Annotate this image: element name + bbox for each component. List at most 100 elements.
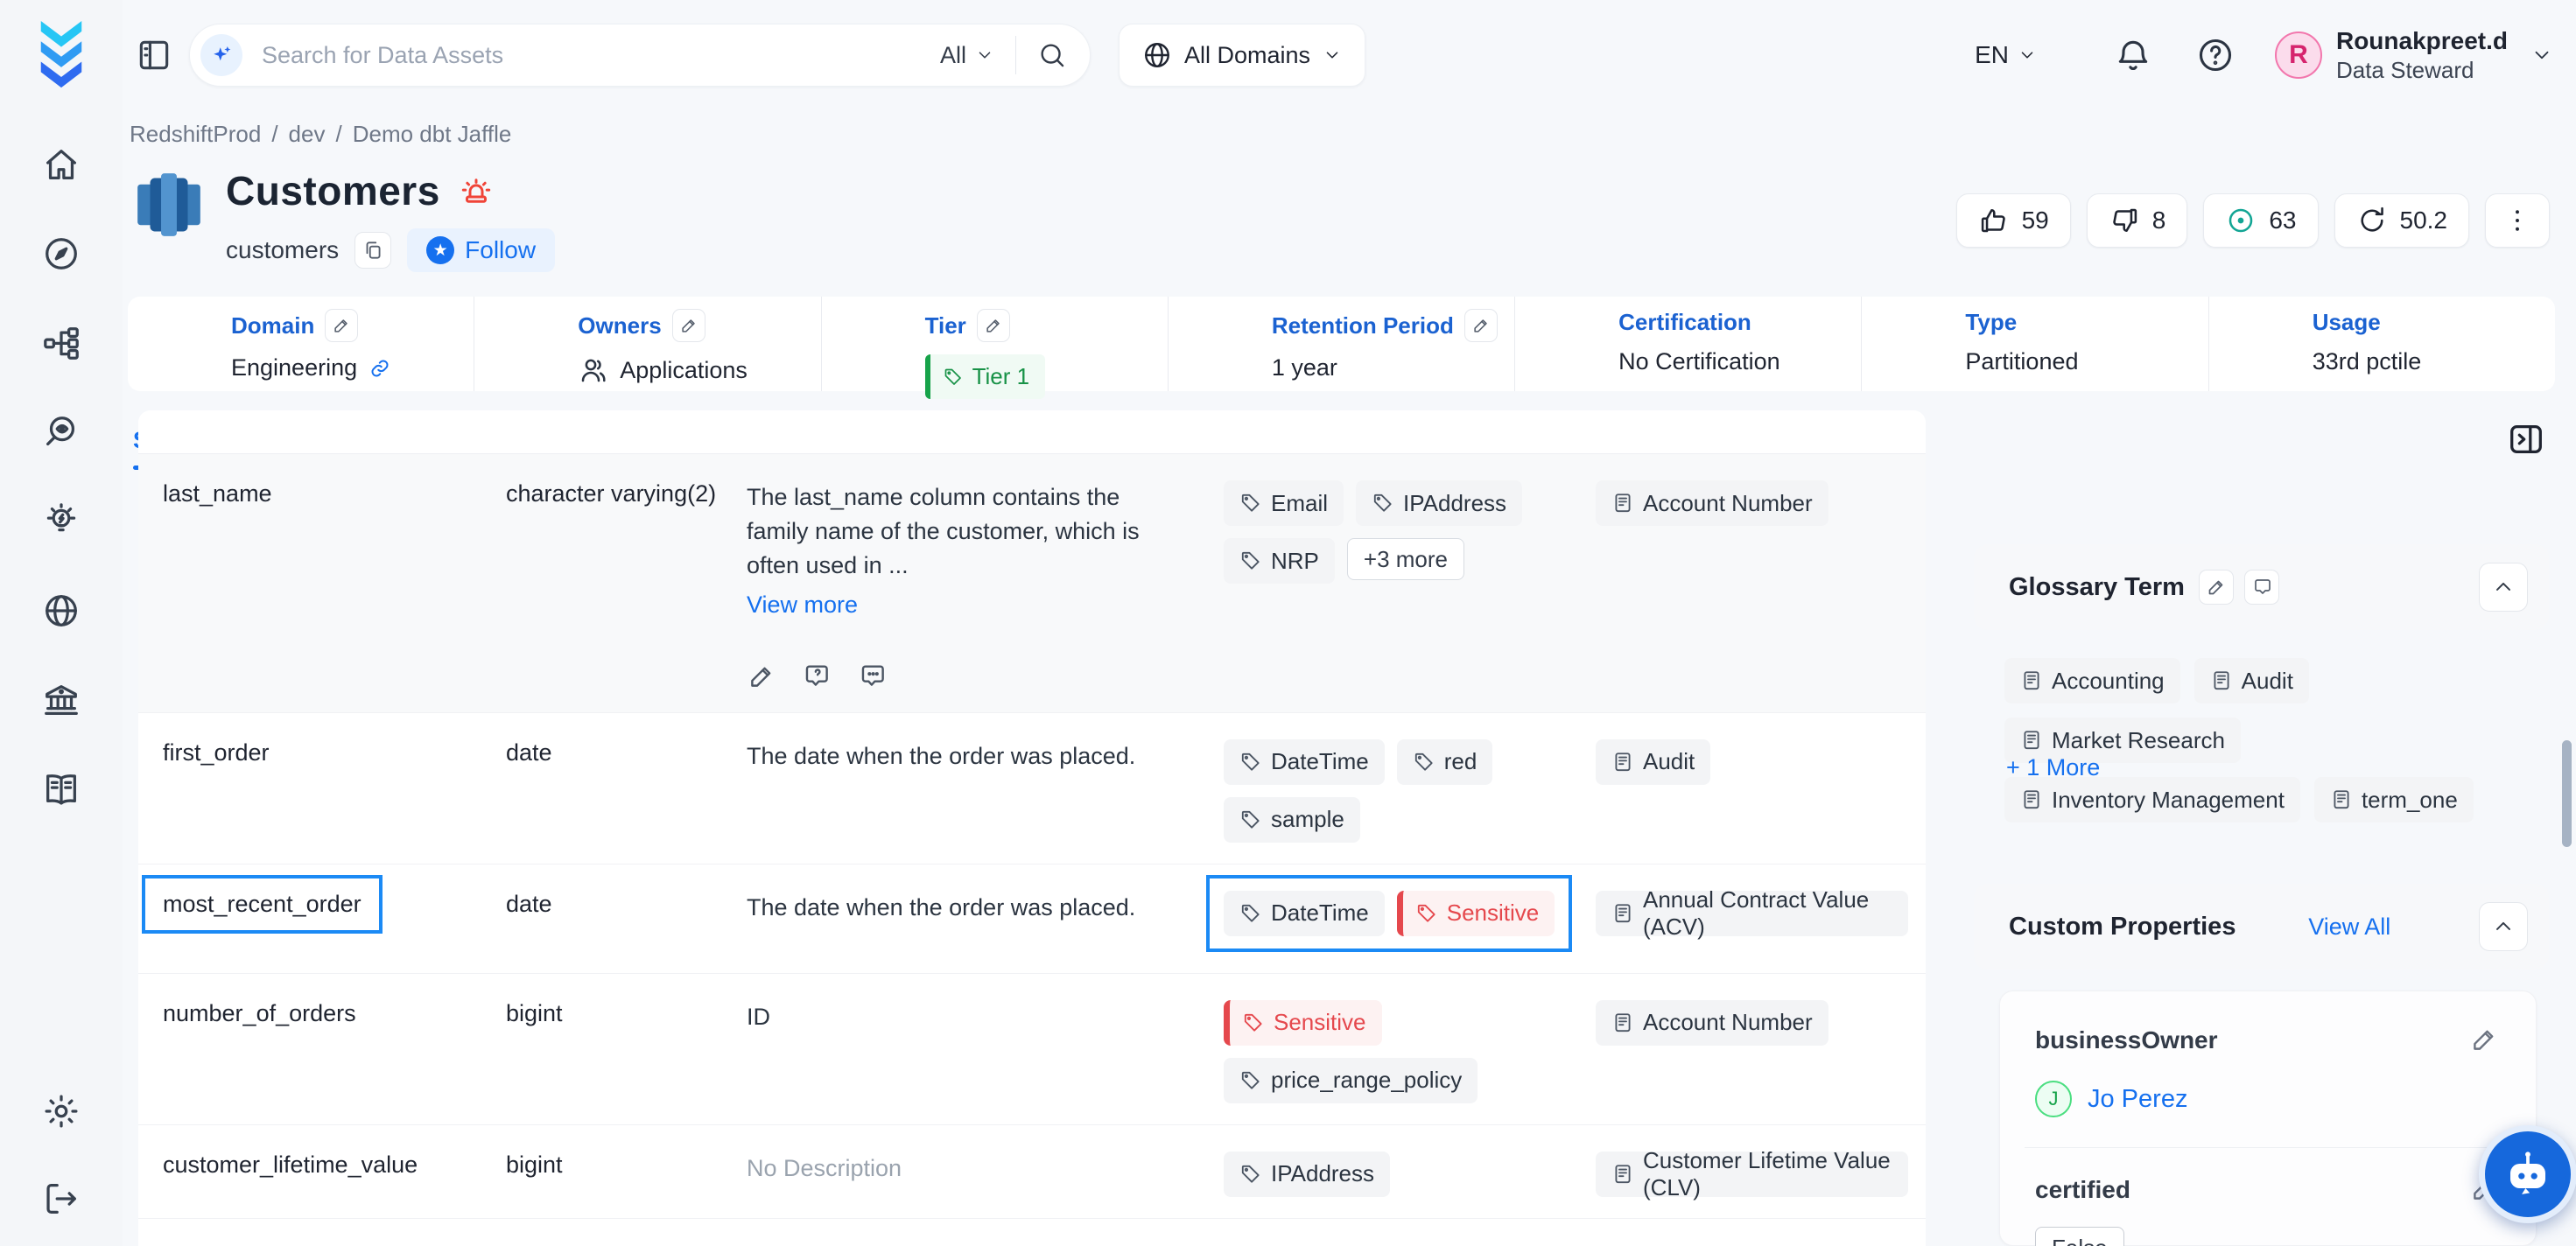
help-icon[interactable]: [2196, 36, 2235, 74]
glossary-term-chip[interactable]: Audit: [1596, 739, 1710, 785]
column-description: No Description: [747, 1155, 902, 1181]
meta-col-owners: Owners Applications: [474, 297, 821, 391]
glossary-more-link[interactable]: + 1 More: [2006, 754, 2100, 781]
glossary-term-chip[interactable]: Inventory Management: [2004, 777, 2300, 822]
tag-chip[interactable]: IPAddress: [1356, 480, 1522, 526]
user-avatar[interactable]: R: [2275, 32, 2322, 79]
tag-icon: [1239, 751, 1262, 774]
tag-label: Sensitive: [1274, 1009, 1366, 1036]
chatbot-fab-button[interactable]: [2479, 1125, 2576, 1223]
follow-button[interactable]: ★ Follow: [407, 228, 555, 272]
view-all-link[interactable]: View All: [2308, 914, 2390, 941]
sidebar-settings-gear-icon[interactable]: [40, 1090, 82, 1132]
more-actions-kebab-button[interactable]: [2485, 193, 2550, 248]
tag-chip[interactable]: DateTime: [1224, 891, 1385, 936]
column-name[interactable]: first_order: [163, 739, 270, 766]
glossary-term-chip[interactable]: Audit: [2194, 658, 2309, 704]
all-domains-button[interactable]: All Domains: [1119, 24, 1365, 87]
alert-siren-icon[interactable]: [458, 172, 495, 209]
column-name[interactable]: most_recent_order: [163, 891, 361, 917]
sidebar-insights-bulb-icon[interactable]: [40, 500, 82, 542]
comment-icon[interactable]: [2244, 570, 2279, 605]
notifications-bell-icon[interactable]: [2114, 36, 2152, 74]
search-scope-dropdown[interactable]: All: [940, 42, 994, 69]
glossary-term-chip[interactable]: Customer Lifetime Value (CLV): [1596, 1152, 1908, 1197]
glossary-term-chip[interactable]: Accounting: [2004, 658, 2180, 704]
meta-value[interactable]: Applications: [620, 357, 748, 384]
tag-chip[interactable]: price_range_policy: [1224, 1058, 1478, 1103]
tier-chip[interactable]: Tier 1: [925, 354, 1046, 399]
global-search-bar[interactable]: Search for Data Assets All: [189, 24, 1091, 87]
ai-sparkle-icon[interactable]: [200, 34, 242, 76]
target-stat-button[interactable]: 63: [2203, 193, 2318, 248]
column-name[interactable]: last_name: [163, 480, 272, 507]
tag-chip[interactable]: IPAddress: [1224, 1152, 1390, 1197]
sidebar-explore-compass-icon[interactable]: [40, 233, 82, 275]
edit-pencil-icon[interactable]: [747, 662, 776, 691]
sidebar-governance-bank-icon[interactable]: [40, 679, 82, 721]
user-menu[interactable]: Rounakpreet.d Data Steward: [2336, 25, 2508, 85]
sidebar-domains-globe-icon[interactable]: [40, 590, 82, 632]
edit-pencil-icon[interactable]: [672, 309, 705, 342]
glossary-chip-book-icon: [2330, 788, 2353, 811]
edit-pencil-icon[interactable]: [977, 309, 1010, 342]
collapse-chevron-up-icon[interactable]: [2479, 563, 2528, 612]
column-name[interactable]: customer_lifetime_value: [163, 1152, 418, 1178]
sidebar-lineage-flow-icon[interactable]: [40, 322, 82, 364]
tag-chip[interactable]: Email: [1224, 480, 1344, 526]
breadcrumb-item[interactable]: dev: [289, 121, 326, 148]
link-icon[interactable]: [368, 356, 392, 381]
thumbs-down-icon: [2109, 205, 2140, 236]
glossary-term-chip[interactable]: Account Number: [1596, 480, 1828, 526]
edit-pencil-icon[interactable]: [2199, 570, 2234, 605]
tag-chip[interactable]: Sensitive: [1224, 1000, 1382, 1046]
tag-chip[interactable]: red: [1397, 739, 1493, 785]
entity-name: customers: [226, 236, 339, 264]
selection-highlight-box: most_recent_order: [142, 875, 383, 934]
sidebar-observability-magnifier-eye-icon[interactable]: [40, 411, 82, 453]
breadcrumb-separator: /: [335, 121, 341, 148]
app-logo-icon[interactable]: [34, 18, 88, 94]
search-input[interactable]: Search for Data Assets: [262, 42, 940, 69]
view-more-link[interactable]: View more: [747, 588, 858, 622]
comment-question-icon: [803, 662, 832, 691]
breadcrumb: RedshiftProd/dev/Demo dbt Jaffle: [130, 121, 2576, 148]
thumbs-down-stat-button[interactable]: 8: [2087, 193, 2188, 248]
glossary-term-chip[interactable]: Account Number: [1596, 1000, 1828, 1046]
meta-label: Owners: [578, 312, 661, 340]
panel-collapse-icon[interactable]: [2506, 419, 2550, 463]
tag-chip[interactable]: Sensitive: [1397, 891, 1555, 936]
glossary-chip-book-icon: [1611, 902, 1634, 925]
sidebar-toggle-icon[interactable]: [135, 36, 173, 74]
tag-chip[interactable]: sample: [1224, 797, 1360, 843]
edit-pencil-icon[interactable]: [325, 309, 358, 342]
search-icon[interactable]: [1037, 40, 1067, 70]
custom-property-value[interactable]: Jo Perez: [2088, 1085, 2187, 1114]
edit-pencil-icon[interactable]: [1464, 309, 1498, 342]
explore-compass-icon: [41, 234, 81, 274]
meta-col-certification: CertificationNo Certification: [1515, 297, 1862, 391]
column-name[interactable]: number_of_orders: [163, 1000, 356, 1026]
comments-icon[interactable]: [859, 662, 888, 691]
custom-property-value: False: [2035, 1227, 2124, 1246]
breadcrumb-item[interactable]: RedshiftProd: [130, 121, 261, 148]
copy-icon[interactable]: [354, 232, 391, 269]
thumbs-up-stat-button[interactable]: 59: [1956, 193, 2071, 248]
meta-value[interactable]: Engineering: [231, 354, 357, 382]
page-scrollbar-thumb[interactable]: [2562, 740, 2572, 847]
sidebar-logout-icon[interactable]: [40, 1178, 82, 1220]
refresh-stat-button[interactable]: 50.2: [2334, 193, 2470, 248]
glossary-term-chip[interactable]: term_one: [2314, 777, 2474, 822]
sidebar-home-icon[interactable]: [40, 144, 82, 186]
language-selector[interactable]: EN: [1975, 41, 2037, 69]
chevron-down-icon[interactable]: [2530, 44, 2553, 66]
edit-pencil-icon[interactable]: [2469, 1025, 2501, 1056]
breadcrumb-item[interactable]: Demo dbt Jaffle: [353, 121, 512, 148]
collapse-chevron-up-icon[interactable]: [2479, 902, 2528, 951]
tag-chip[interactable]: DateTime: [1224, 739, 1385, 785]
glossary-term-chip[interactable]: Annual Contract Value (ACV): [1596, 891, 1908, 936]
sidebar-glossary-book-icon[interactable]: [40, 768, 82, 810]
more-tags-chip[interactable]: +3 more: [1347, 538, 1464, 580]
tag-chip[interactable]: NRP: [1224, 538, 1335, 584]
request-description-icon[interactable]: [803, 662, 832, 691]
